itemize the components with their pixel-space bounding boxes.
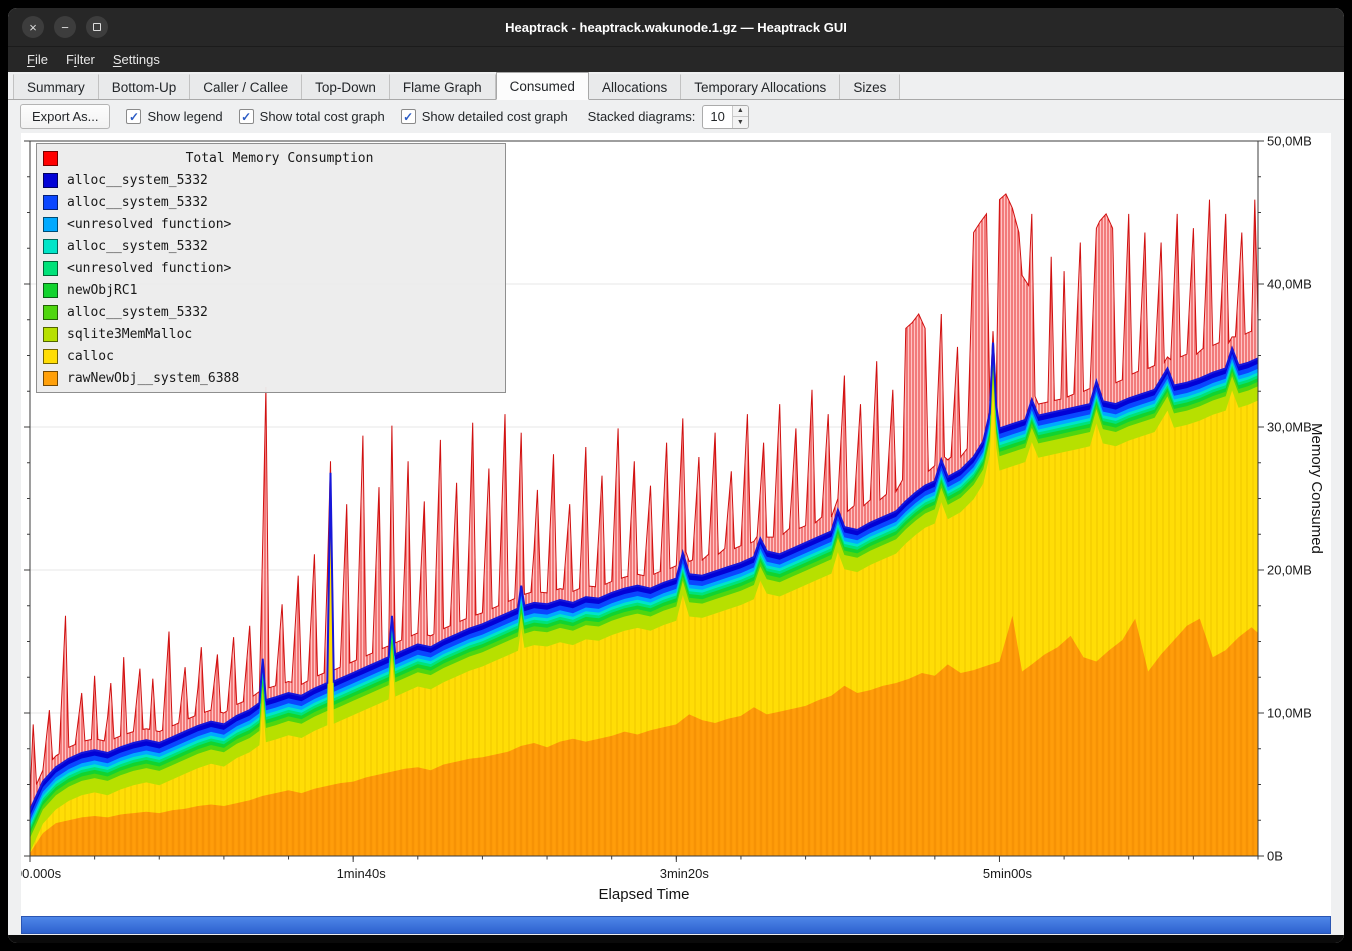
stacked-diagrams-value: 10 — [703, 106, 731, 128]
x-axis-title: Elapsed Time — [30, 886, 1258, 903]
spinner-buttons: ▲ ▼ — [732, 106, 748, 128]
checkbox-label: Show legend — [147, 109, 222, 124]
x-tick-label: 1min40s — [337, 866, 387, 881]
tab-sizes[interactable]: Sizes — [840, 74, 900, 99]
x-tick-label: 3min20s — [660, 866, 710, 881]
legend-swatch — [43, 283, 58, 298]
tab-consumed[interactable]: Consumed — [496, 72, 589, 100]
menu-settings[interactable]: Settings — [104, 47, 169, 72]
legend-swatch — [43, 239, 58, 254]
legend-label: sqlite3MemMalloc — [67, 327, 192, 342]
checkmark-icon: ✓ — [401, 109, 416, 124]
tab-bar: SummaryBottom-UpCaller / CalleeTop-DownF… — [8, 72, 1344, 100]
x-tick-label: 00.000s — [21, 866, 62, 881]
legend-label: alloc__system_5332 — [67, 239, 208, 254]
legend-entry-rawnewobj-system-6388-9: rawNewObj__system_6388 — [41, 367, 501, 389]
timeline-range-bar[interactable] — [21, 916, 1331, 934]
spin-up-button[interactable]: ▲ — [733, 106, 748, 117]
stacked-diagrams-spinbox[interactable]: 10 ▲ ▼ — [702, 105, 748, 129]
tab-summary[interactable]: Summary — [13, 74, 99, 99]
chart-area: 00.000s 1min40s 3min20s 5min00s 0B 10,0MB 20,0… — [21, 133, 1331, 916]
tab-bottom-up[interactable]: Bottom-Up — [99, 74, 191, 99]
y-tick-label: 50,0MB — [1267, 134, 1312, 149]
legend-label: calloc — [67, 349, 114, 364]
y-axis-title: Memory Consumed — [1308, 423, 1325, 554]
legend-total-swatch — [43, 151, 58, 166]
checkmark-icon: ✓ — [239, 109, 254, 124]
titlebar: × − Heaptrack - heaptrack.wakunode.1.gz … — [8, 8, 1344, 46]
legend-label: alloc__system_5332 — [67, 305, 208, 320]
maximize-button[interactable] — [86, 16, 108, 38]
legend-entry-sqlite3memmalloc-7: sqlite3MemMalloc — [41, 323, 501, 345]
spin-down-button[interactable]: ▼ — [733, 116, 748, 128]
stacked-diagrams-label: Stacked diagrams: — [588, 109, 696, 124]
legend-swatch — [43, 261, 58, 276]
show-total-cost-graph-checkbox[interactable]: ✓ Show total cost graph — [239, 109, 385, 124]
show-legend-checkbox[interactable]: ✓ Show legend — [126, 109, 222, 124]
x-tick-label: 5min00s — [983, 866, 1033, 881]
tab-caller-callee[interactable]: Caller / Callee — [190, 74, 302, 99]
legend-label: <unresolved function> — [67, 217, 231, 232]
show-detailed-cost-graph-checkbox[interactable]: ✓ Show detailed cost graph — [401, 109, 568, 124]
legend-entry-unresolved-function-4: <unresolved function> — [41, 257, 501, 279]
legend-label: newObjRC1 — [67, 283, 137, 298]
tab-temporary-allocations[interactable]: Temporary Allocations — [681, 74, 840, 99]
legend-entry-alloc-system-5332-0: alloc__system_5332 — [41, 169, 501, 191]
checkbox-label: Show total cost graph — [260, 109, 385, 124]
window-title: Heaptrack - heaptrack.wakunode.1.gz — He… — [8, 20, 1344, 35]
legend-entry-alloc-system-5332-1: alloc__system_5332 — [41, 191, 501, 213]
chart-legend: Total Memory Consumption alloc__system_5… — [36, 143, 506, 393]
menu-bar: FileFilterSettings — [8, 46, 1344, 72]
legend-swatch — [43, 195, 58, 210]
legend-swatch — [43, 349, 58, 364]
legend-swatch — [43, 173, 58, 188]
y-tick-label: 30,0MB — [1267, 420, 1312, 435]
legend-label: <unresolved function> — [67, 261, 231, 276]
export-as-button[interactable]: Export As... — [20, 104, 110, 129]
y-tick-label: 20,0MB — [1267, 563, 1312, 578]
checkbox-label: Show detailed cost graph — [422, 109, 568, 124]
tab-top-down[interactable]: Top-Down — [302, 74, 390, 99]
tab-flame-graph[interactable]: Flame Graph — [390, 74, 496, 99]
legend-title: Total Memory Consumption — [58, 151, 501, 166]
legend-swatch — [43, 327, 58, 342]
checkbox-group: ✓ Show legend ✓ Show total cost graph ✓ Show … — [110, 109, 567, 125]
menu-filter[interactable]: Filter — [57, 47, 104, 72]
legend-label: alloc__system_5332 — [67, 173, 208, 188]
menu-file[interactable]: File — [18, 47, 57, 72]
legend-label: alloc__system_5332 — [67, 195, 208, 210]
legend-swatch — [43, 305, 58, 320]
legend-entry-alloc-system-5332-6: alloc__system_5332 — [41, 301, 501, 323]
tab-allocations[interactable]: Allocations — [589, 74, 681, 99]
maximize-icon — [93, 23, 101, 31]
y-tick-label: 40,0MB — [1267, 277, 1312, 292]
legend-entry-calloc-8: calloc — [41, 345, 501, 367]
legend-entry-alloc-system-5332-3: alloc__system_5332 — [41, 235, 501, 257]
y-tick-label: 0B — [1267, 849, 1283, 864]
checkmark-icon: ✓ — [126, 109, 141, 124]
toolbar: Export As... ✓ Show legend ✓ Show total cos… — [8, 100, 1344, 133]
y-tick-label: 10,0MB — [1267, 706, 1312, 721]
legend-swatch — [43, 217, 58, 232]
legend-entries: alloc__system_5332 alloc__system_5332 <unr… — [41, 169, 501, 389]
legend-title-row: Total Memory Consumption — [41, 147, 501, 169]
app-window: × − Heaptrack - heaptrack.wakunode.1.gz … — [8, 8, 1344, 943]
minimize-button[interactable]: − — [54, 16, 76, 38]
legend-swatch — [43, 371, 58, 386]
legend-label: rawNewObj__system_6388 — [67, 371, 239, 386]
window-controls: × − — [22, 8, 108, 46]
legend-entry-newobjrc1-5: newObjRC1 — [41, 279, 501, 301]
close-button[interactable]: × — [22, 16, 44, 38]
legend-entry-unresolved-function-2: <unresolved function> — [41, 213, 501, 235]
window-bottom-edge — [8, 935, 1344, 943]
